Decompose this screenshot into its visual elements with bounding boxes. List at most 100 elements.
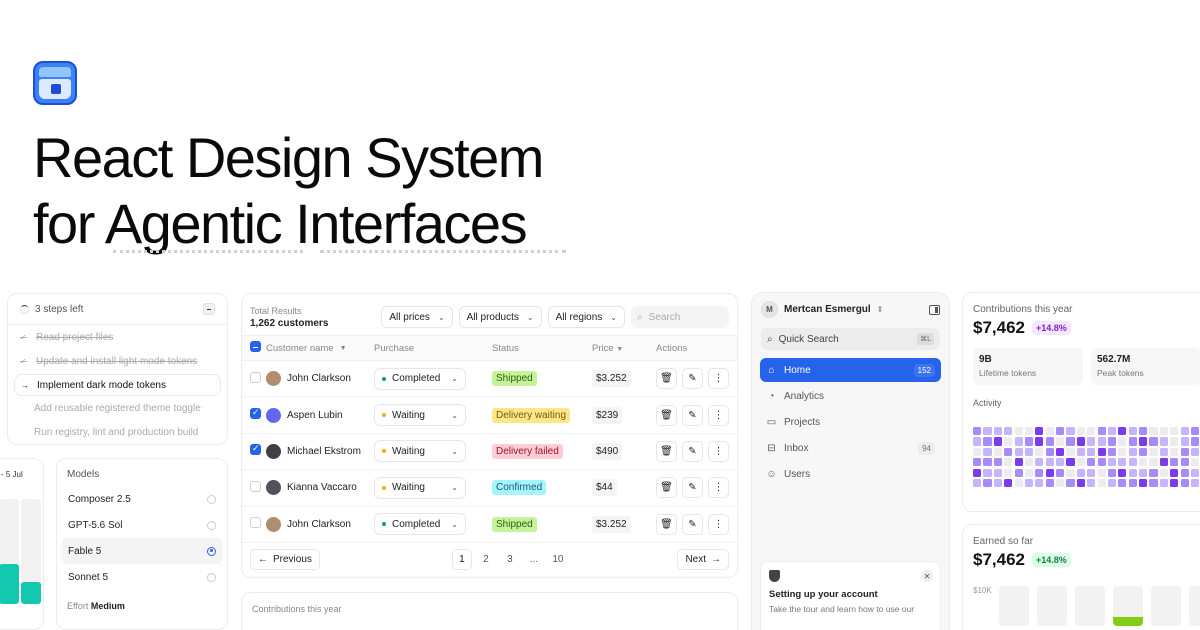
heatmap-cell: [973, 437, 982, 446]
more-button[interactable]: ⋮: [708, 368, 729, 390]
user-switcher[interactable]: M Mertcan Esmergul ⇕: [752, 293, 949, 326]
heatmap-cell: [993, 468, 1002, 477]
region-filter-dropdown[interactable]: All regions ⌄: [547, 306, 625, 328]
step-item[interactable]: Add reusable registered theme toggle: [8, 396, 227, 421]
shortcut-badge: ⌘L: [917, 333, 934, 345]
earned-label: Earned so far: [973, 536, 1034, 547]
step-item[interactable]: ✓ Update and install light mode tokens: [8, 350, 227, 375]
more-button[interactable]: ⋮: [708, 404, 729, 426]
heatmap-cell: [1107, 458, 1117, 467]
more-button[interactable]: ⋮: [708, 477, 729, 499]
radio-button[interactable]: [207, 520, 216, 530]
model-option[interactable]: GPT-5.6 Sol: [57, 512, 227, 538]
contributions-peek-card: Contributions this year: [241, 592, 738, 630]
more-button[interactable]: ⋮: [708, 440, 729, 462]
page-number[interactable]: 2: [476, 549, 496, 570]
edit-button[interactable]: ✎: [682, 368, 703, 390]
heatmap-cell: [1128, 458, 1137, 467]
close-icon[interactable]: ✕: [921, 570, 933, 582]
table-search-input[interactable]: ⌕ Search: [631, 306, 729, 328]
more-vertical-icon: ⋮: [713, 482, 724, 494]
row-checkbox[interactable]: [250, 480, 261, 492]
setup-account-card[interactable]: ✕ Setting up your account Take the tour …: [760, 561, 941, 630]
quick-search-input[interactable]: ⌕ Quick Search ⌘L: [761, 328, 940, 350]
purchase-status-dropdown[interactable]: Waiting ⌄: [374, 476, 466, 499]
model-option[interactable]: Composer 2.5: [57, 486, 227, 512]
column-header-name[interactable]: Customer name ▼: [266, 343, 374, 354]
page-number[interactable]: 1: [451, 549, 472, 571]
heatmap-cell: [1035, 427, 1044, 436]
delete-button[interactable]: 🗑: [656, 368, 677, 390]
sidebar-item-inbox[interactable]: ⊟ Inbox 94: [760, 436, 941, 460]
smile-icon: ☺: [766, 468, 777, 480]
model-option[interactable]: Sonnet 5: [57, 564, 227, 590]
purchase-status-dropdown[interactable]: Waiting ⌄: [374, 440, 466, 463]
user-name: Mertcan Esmergul: [784, 304, 871, 315]
sidebar-item-projects[interactable]: ▭ Projects: [760, 410, 941, 434]
next-page-button[interactable]: Next →: [677, 549, 729, 571]
radio-button[interactable]: [207, 572, 216, 582]
heatmap-cell: [1066, 468, 1075, 477]
purchase-status-dropdown[interactable]: Waiting ⌄: [374, 404, 466, 427]
delete-button[interactable]: 🗑: [656, 440, 677, 462]
heatmap-cell: [1097, 468, 1106, 477]
heatmap-cell: [1149, 427, 1158, 436]
sidebar-item-analytics[interactable]: ◔ Analytics: [760, 384, 941, 408]
heatmap-cell: [1180, 468, 1189, 477]
edit-button[interactable]: ✎: [682, 477, 703, 499]
delete-button[interactable]: 🗑: [656, 513, 677, 535]
step-item[interactable]: → Implement dark mode tokens: [14, 374, 221, 396]
heatmap-cell: [1170, 437, 1179, 446]
status-dot-icon: [382, 449, 386, 454]
step-item[interactable]: ✓ Read project files: [8, 325, 227, 350]
customers-table-card: Total Results 1,262 customers All prices…: [241, 293, 738, 578]
product-filter-dropdown[interactable]: All products ⌄: [458, 306, 542, 328]
model-option[interactable]: Fable 5: [61, 538, 223, 564]
page-number[interactable]: 10: [548, 549, 568, 570]
previous-page-button[interactable]: ← Previous: [250, 549, 320, 571]
radio-button[interactable]: [207, 494, 216, 504]
avatar: [266, 480, 281, 496]
step-item[interactable]: Run registry, lint and production build: [8, 421, 227, 445]
model-list: Composer 2.5 GPT-5.6 Sol Fable 5 Sonnet 5: [57, 486, 227, 590]
kpi-value: 9B: [979, 354, 992, 365]
heatmap-cell: [1076, 427, 1085, 436]
collapse-button[interactable]: [203, 303, 215, 315]
heatmap-cell: [1014, 468, 1023, 477]
trash-icon: 🗑: [660, 409, 673, 421]
kpi-peak-tokens: 562.7M Peak tokens: [1091, 348, 1200, 385]
delete-button[interactable]: 🗑: [656, 404, 677, 426]
more-button[interactable]: ⋮: [708, 513, 729, 535]
edit-button[interactable]: ✎: [682, 440, 703, 462]
sort-icon: ▼: [616, 345, 624, 353]
sidebar-item-users[interactable]: ☺ Users: [760, 462, 941, 486]
delete-button[interactable]: 🗑: [656, 477, 677, 499]
status-dot-icon: [382, 413, 386, 418]
arrow-right-icon: →: [711, 554, 721, 566]
kpi-row: 9B Lifetime tokens 562.7M Peak tokens: [963, 338, 1200, 385]
purchase-status-dropdown[interactable]: Completed ⌄: [374, 513, 466, 536]
column-header-price[interactable]: Price ▼: [592, 343, 656, 354]
sidebar-item-home[interactable]: ⌂ Home 152: [760, 358, 941, 382]
step-label: Implement dark mode tokens: [37, 379, 166, 391]
price-filter-dropdown[interactable]: All prices ⌄: [381, 306, 453, 328]
row-checkbox[interactable]: [250, 371, 261, 383]
heatmap-cell: [1024, 458, 1034, 467]
step-label: Run registry, lint and production build: [34, 427, 199, 439]
step-label: Update and install light mode tokens: [36, 356, 198, 368]
page-number: ...: [529, 554, 539, 566]
edit-button[interactable]: ✎: [682, 513, 703, 535]
select-all-checkbox[interactable]: [250, 341, 261, 352]
row-checkbox[interactable]: [250, 517, 261, 529]
page-number[interactable]: 3: [500, 549, 520, 570]
purchase-status-dropdown[interactable]: Completed ⌄: [374, 367, 466, 390]
toggle-sidebar-icon[interactable]: [929, 304, 940, 315]
row-checkbox[interactable]: [250, 407, 261, 420]
edit-button[interactable]: ✎: [682, 404, 703, 426]
radio-button[interactable]: [207, 546, 216, 556]
effort-setting[interactable]: Effort Medium: [57, 590, 227, 622]
more-vertical-icon: ⋮: [713, 373, 724, 385]
heatmap-cell: [1159, 427, 1168, 436]
table-row: Aspen Lubin Waiting ⌄ Delivery waiting $239 🗑…: [242, 397, 737, 434]
row-checkbox[interactable]: [250, 443, 261, 456]
